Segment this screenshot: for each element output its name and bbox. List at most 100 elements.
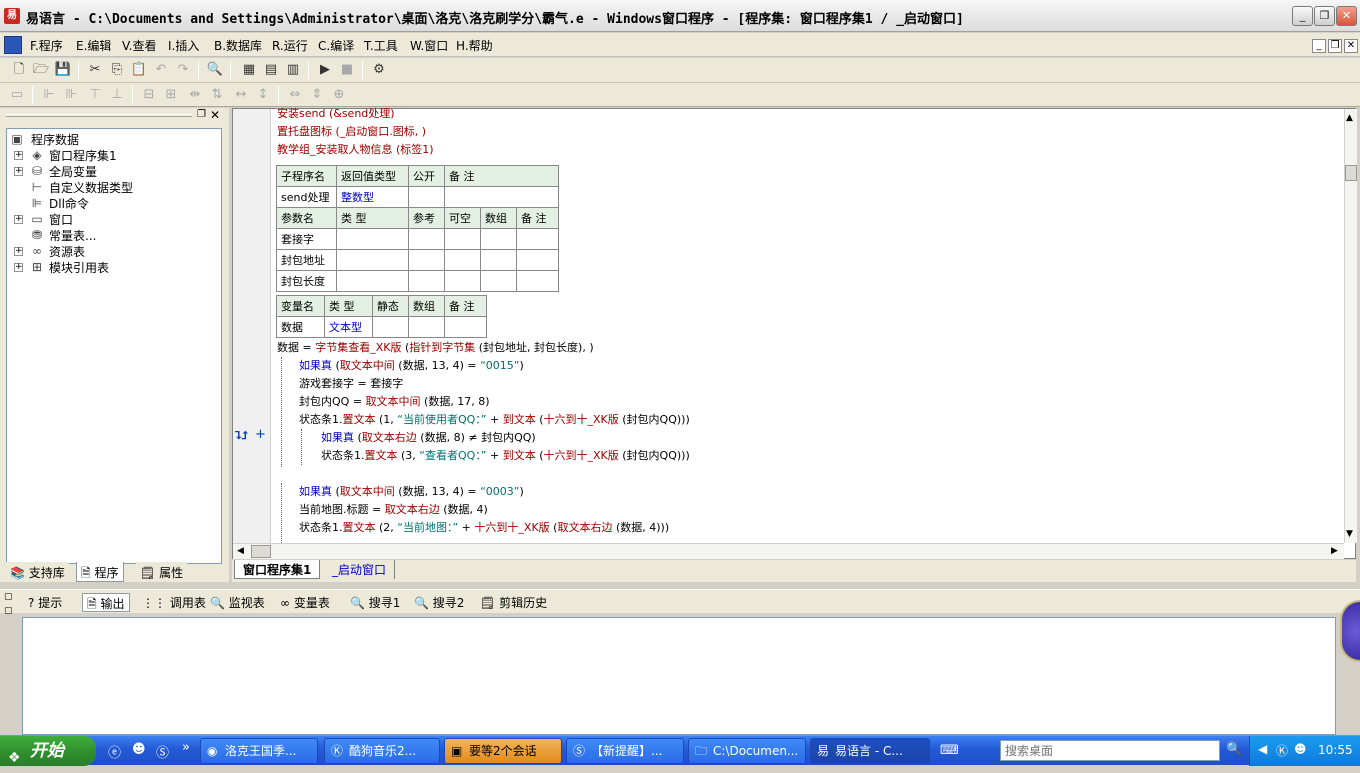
tree-item-windows[interactable]: + ▭ 窗口 [7, 211, 207, 227]
tab-class-module[interactable]: 窗口程序集1 [234, 560, 321, 579]
redo-icon[interactable]: ↷ [174, 61, 192, 79]
maximize-button[interactable]: ❐ [1314, 6, 1335, 26]
tree-item-module-refs[interactable]: + ⊞ 模块引用表 [7, 259, 207, 275]
output-text-area[interactable] [22, 617, 1336, 735]
align-form-icon[interactable]: ▭ [8, 86, 26, 104]
center-form-v-icon[interactable]: ⇕ [308, 86, 326, 104]
undo-icon[interactable]: ↶ [152, 61, 170, 79]
expand-icon[interactable]: + [14, 167, 23, 176]
horizontal-scrollbar[interactable]: ◀ ▶ [233, 543, 1344, 559]
panel-restore-icon[interactable]: ❐ [197, 109, 206, 120]
scroll-left-icon[interactable]: ◀ [237, 546, 244, 556]
compile-icon[interactable]: ⚙ [370, 61, 388, 79]
expand-plus-icon[interactable]: + [255, 427, 266, 442]
open-folder-icon[interactable]: 🗁 [32, 61, 50, 79]
tab-call-stack[interactable]: ⋮⋮ 调用表 [138, 593, 210, 612]
qq-icon[interactable]: ☻ [132, 742, 146, 757]
s-app-icon[interactable]: Ⓢ [156, 742, 169, 761]
center-form-h-icon[interactable]: ⇔ [286, 86, 304, 104]
close-button[interactable]: ✕ [1336, 6, 1357, 26]
panel-restore-icon[interactable]: ▢ [4, 592, 13, 602]
paste-icon[interactable]: 📋 [130, 61, 148, 79]
tab-search2[interactable]: 🔍 搜寻2 [410, 593, 468, 612]
scroll-thumb[interactable] [1345, 165, 1357, 181]
floating-widget[interactable] [1340, 600, 1360, 662]
space-h-icon[interactable]: ↔ [232, 86, 250, 104]
align-left-icon[interactable]: ⊩ [40, 86, 58, 104]
scroll-up-icon[interactable]: ▲ [1346, 113, 1353, 123]
panel-close-icon[interactable]: ▢ [4, 606, 13, 616]
stop-icon[interactable]: ■ [338, 61, 356, 79]
desktop-search-input[interactable] [1000, 740, 1220, 761]
same-height-icon[interactable]: ⇅ [208, 86, 226, 104]
mdi-close-button[interactable]: ✕ [1344, 39, 1358, 53]
task-button[interactable]: 易易语言 - C... [810, 738, 930, 764]
tree-item-constants[interactable]: ⛃ 常量表... [7, 227, 207, 243]
menu-compile[interactable]: C.编译 [318, 37, 354, 54]
search-icon[interactable]: 🔍 [1226, 742, 1242, 757]
layout-3-icon[interactable]: ▥ [284, 61, 302, 79]
tab-support-library[interactable]: 📚 支持库 [6, 562, 69, 582]
center-h-icon[interactable]: ⊟ [140, 86, 158, 104]
task-button[interactable]: Ⓚ 酷狗音乐2... [324, 738, 440, 764]
task-button[interactable]: ▣ 要等2个会话 [444, 738, 562, 764]
panel-grip[interactable] [6, 114, 192, 117]
chevron-right-icon[interactable]: » [182, 740, 190, 755]
tree-item-resources[interactable]: + ∞ 资源表 [7, 243, 207, 259]
same-width-icon[interactable]: ⇹ [186, 86, 204, 104]
align-top-icon[interactable]: ⊤ [86, 86, 104, 104]
cut-icon[interactable]: ✂ [86, 61, 104, 79]
clock[interactable]: 10:55 [1318, 743, 1353, 757]
start-button[interactable]: ❖ 开始 [0, 736, 96, 766]
mdi-restore-button[interactable]: ❐ [1328, 39, 1342, 53]
tree-item-custom-types[interactable]: ⊢ 自定义数据类型 [7, 179, 207, 195]
tab-startup-window[interactable]: _启动窗口 [324, 560, 396, 579]
find-icon[interactable]: 🔍 [206, 61, 224, 79]
expand-icon[interactable]: + [14, 263, 23, 272]
layout-2-icon[interactable]: ▤ [262, 61, 280, 79]
expand-icon[interactable]: + [14, 247, 23, 256]
qq-tray-icon[interactable]: ☻ [1294, 742, 1307, 756]
keyboard-icon[interactable]: ⌨ [940, 743, 959, 758]
tree-item-class-module[interactable]: + ◈ 窗口程序集1 [7, 147, 207, 163]
code-editor[interactable]: ⮧⮥ + 安装send (&send处理) 置托盘图标 (_启动窗口.图标, )… [232, 107, 1357, 559]
scroll-thumb[interactable] [251, 545, 271, 558]
menu-help[interactable]: H.帮助 [456, 37, 493, 54]
tab-search1[interactable]: 🔍 搜寻1 [346, 593, 404, 612]
tab-output[interactable]: 🗎 输出 [82, 593, 130, 612]
tab-properties[interactable]: 🗒 属性 [136, 562, 188, 582]
menu-view[interactable]: V.查看 [122, 37, 156, 54]
menu-database[interactable]: B.数据库 [214, 37, 262, 54]
menu-tools[interactable]: T.工具 [364, 37, 398, 54]
mdi-minimize-button[interactable]: _ [1312, 39, 1326, 53]
back-arrow-icon[interactable]: ◀ [1258, 742, 1267, 756]
menu-window[interactable]: W.窗口 [410, 37, 448, 54]
menu-insert[interactable]: I.插入 [168, 37, 199, 54]
vertical-scrollbar[interactable]: ▲ ▼ [1344, 109, 1357, 543]
tab-program[interactable]: 🗎 程序 [76, 562, 124, 582]
minimize-button[interactable]: _ [1292, 6, 1313, 26]
expand-icon[interactable]: + [14, 215, 23, 224]
center-form-icon[interactable]: ⊕ [330, 86, 348, 104]
task-button[interactable]: ◉ 洛克王国季... [200, 738, 318, 764]
tab-watch[interactable]: 🔍 监视表 [206, 593, 269, 612]
panel-close-icon[interactable]: ✕ [210, 108, 220, 122]
menu-program[interactable]: F.程序 [30, 37, 63, 54]
tab-clip-history[interactable]: 🗒 剪辑历史 [476, 593, 551, 612]
expand-icon[interactable]: + [14, 151, 23, 160]
ie-icon[interactable]: ⓔ [108, 742, 121, 761]
menu-run[interactable]: R.运行 [272, 37, 308, 54]
task-button[interactable]: Ⓢ 【新提醒】... [566, 738, 684, 764]
center-v-icon[interactable]: ⊞ [162, 86, 180, 104]
menu-edit[interactable]: E.编辑 [76, 37, 111, 54]
copy-icon[interactable]: ⎘ [108, 61, 126, 79]
layout-1-icon[interactable]: ▦ [240, 61, 258, 79]
tree-item-global-vars[interactable]: + ⛁ 全局变量 [7, 163, 207, 179]
kugou-icon[interactable]: Ⓚ [1276, 742, 1288, 759]
scroll-down-icon[interactable]: ▼ [1346, 529, 1353, 539]
align-right-icon[interactable]: ⊪ [62, 86, 80, 104]
save-icon[interactable]: 💾 [54, 61, 72, 79]
tab-variables[interactable]: ∞ 变量表 [276, 593, 334, 612]
align-bottom-icon[interactable]: ⊥ [108, 86, 126, 104]
scroll-right-icon[interactable]: ▶ [1331, 546, 1338, 556]
